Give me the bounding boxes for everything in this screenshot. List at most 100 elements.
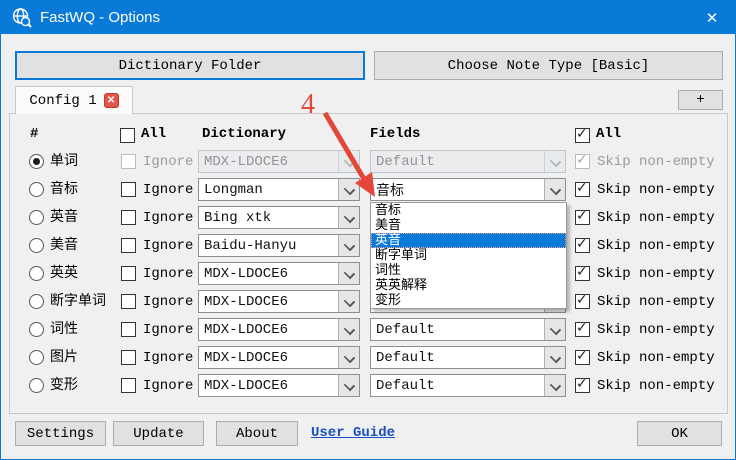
skip-checkbox[interactable]: [575, 210, 590, 225]
ignore-label: Ignore: [143, 176, 193, 204]
row-radio[interactable]: [29, 238, 44, 253]
row-radio[interactable]: [29, 266, 44, 281]
skip-label: Skip non-empty: [597, 372, 715, 400]
skip-checkbox[interactable]: [575, 294, 590, 309]
row-label: 断字单词: [50, 288, 106, 316]
fields-select[interactable]: Default: [370, 346, 566, 369]
fields-dropdown-list: 音标美音英音断字单词词性英英解释变形: [370, 202, 567, 309]
table-row: 图片 Ignore MDX-LDOCE6 Default Skip non-em…: [10, 344, 729, 372]
table-row: 变形 Ignore MDX-LDOCE6 Default Skip non-em…: [10, 372, 729, 400]
ignore-checkbox[interactable]: [121, 238, 136, 253]
tab-config-1[interactable]: Config 1 ✕: [15, 86, 133, 114]
chevron-down-icon: [338, 179, 359, 200]
dropdown-item[interactable]: 断字单词: [371, 248, 566, 263]
row-radio[interactable]: [29, 378, 44, 393]
about-button[interactable]: About: [216, 421, 298, 446]
dictionary-select[interactable]: MDX-LDOCE6: [198, 318, 360, 341]
row-label: 变形: [50, 372, 78, 400]
ok-button[interactable]: OK: [637, 421, 722, 446]
table-row: 单词 Ignore MDX-LDOCE6 Default Skip non-em…: [10, 148, 729, 176]
row-radio[interactable]: [29, 182, 44, 197]
skip-checkbox[interactable]: [575, 378, 590, 393]
title-bar: FastWQ - Options ✕: [1, 1, 735, 34]
skip-label: Skip non-empty: [597, 288, 715, 316]
fields-select[interactable]: 音标: [370, 178, 566, 201]
settings-button[interactable]: Settings: [15, 421, 106, 446]
column-header-all-left: All: [141, 126, 166, 142]
skip-label: Skip non-empty: [597, 176, 715, 204]
dropdown-item[interactable]: 词性: [371, 263, 566, 278]
ignore-checkbox[interactable]: [121, 154, 136, 169]
skip-label: Skip non-empty: [597, 204, 715, 232]
column-header-all-right: All: [596, 126, 621, 142]
dictionary-select[interactable]: MDX-LDOCE6: [198, 374, 360, 397]
dictionary-select[interactable]: Bing xtk: [198, 206, 360, 229]
all-skip-checkbox[interactable]: [575, 128, 590, 143]
table-row: 音标 Ignore Longman 音标 Skip non-empty: [10, 176, 729, 204]
row-label: 图片: [50, 344, 78, 372]
ignore-checkbox[interactable]: [121, 210, 136, 225]
tab-close-icon[interactable]: ✕: [104, 93, 119, 108]
chevron-down-icon: [544, 151, 565, 172]
ignore-checkbox[interactable]: [121, 266, 136, 281]
globe-search-icon: [11, 7, 32, 28]
chevron-down-icon: [544, 375, 565, 396]
chevron-down-icon: [338, 263, 359, 284]
user-guide-link[interactable]: User Guide: [311, 425, 395, 441]
skip-checkbox[interactable]: [575, 350, 590, 365]
row-radio[interactable]: [29, 322, 44, 337]
ignore-checkbox[interactable]: [121, 294, 136, 309]
fields-select[interactable]: Default: [370, 374, 566, 397]
dictionary-select[interactable]: MDX-LDOCE6: [198, 262, 360, 285]
skip-label: Skip non-empty: [597, 316, 715, 344]
skip-label: Skip non-empty: [597, 260, 715, 288]
tab-label: Config 1: [29, 93, 96, 109]
dictionary-select[interactable]: MDX-LDOCE6: [198, 150, 360, 173]
column-header-fields: Fields: [370, 126, 420, 142]
skip-label: Skip non-empty: [597, 148, 715, 176]
update-button[interactable]: Update: [113, 421, 204, 446]
dictionary-select[interactable]: Longman: [198, 178, 360, 201]
skip-checkbox[interactable]: [575, 182, 590, 197]
dropdown-item[interactable]: 美音: [371, 218, 566, 233]
dictionary-select[interactable]: MDX-LDOCE6: [198, 346, 360, 369]
ignore-label: Ignore: [143, 232, 193, 260]
ignore-label: Ignore: [143, 260, 193, 288]
row-radio[interactable]: [29, 210, 44, 225]
ignore-label: Ignore: [143, 372, 193, 400]
chevron-down-icon: [338, 319, 359, 340]
dictionary-select[interactable]: MDX-LDOCE6: [198, 290, 360, 313]
fields-select[interactable]: Default: [370, 318, 566, 341]
skip-checkbox[interactable]: [575, 266, 590, 281]
dropdown-item[interactable]: 音标: [371, 203, 566, 218]
dropdown-item[interactable]: 变形: [371, 293, 566, 308]
chevron-down-icon: [338, 291, 359, 312]
skip-checkbox[interactable]: [575, 154, 590, 169]
ignore-label: Ignore: [143, 288, 193, 316]
skip-checkbox[interactable]: [575, 322, 590, 337]
row-radio[interactable]: [29, 294, 44, 309]
column-header-dictionary: Dictionary: [202, 126, 286, 142]
ignore-checkbox[interactable]: [121, 182, 136, 197]
row-radio[interactable]: [29, 154, 44, 169]
dictionary-folder-button[interactable]: Dictionary Folder: [15, 51, 365, 80]
skip-label: Skip non-empty: [597, 344, 715, 372]
fields-select[interactable]: Default: [370, 150, 566, 173]
chevron-down-icon: [544, 319, 565, 340]
ignore-checkbox[interactable]: [121, 322, 136, 337]
all-ignore-checkbox[interactable]: [120, 128, 135, 143]
ignore-checkbox[interactable]: [121, 378, 136, 393]
close-button[interactable]: ✕: [689, 1, 735, 34]
config-pane: # All Dictionary Fields All 单词 Ignore MD…: [9, 113, 728, 414]
ignore-checkbox[interactable]: [121, 350, 136, 365]
window-title: FastWQ - Options: [40, 9, 160, 26]
dropdown-item[interactable]: 英英解释: [371, 278, 566, 293]
row-radio[interactable]: [29, 350, 44, 365]
choose-note-type-button[interactable]: Choose Note Type [Basic]: [374, 51, 723, 80]
skip-checkbox[interactable]: [575, 238, 590, 253]
row-label: 英英: [50, 260, 78, 288]
dropdown-item[interactable]: 英音: [371, 233, 566, 248]
add-tab-button[interactable]: +: [678, 90, 723, 110]
dictionary-select[interactable]: Baidu-Hanyu: [198, 234, 360, 257]
table-row: 词性 Ignore MDX-LDOCE6 Default Skip non-em…: [10, 316, 729, 344]
